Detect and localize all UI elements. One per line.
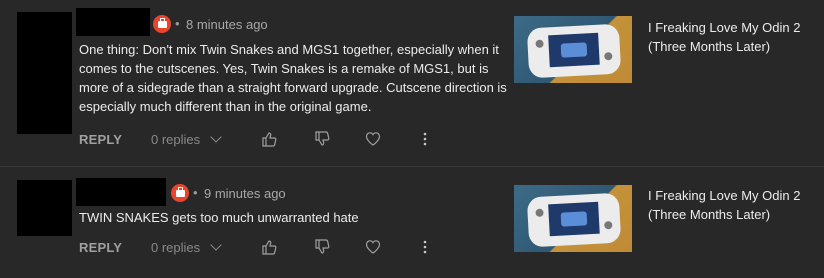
thumbs-down-icon[interactable]	[314, 131, 330, 147]
video-thumbnail[interactable]	[514, 16, 632, 83]
comment-divider	[0, 166, 824, 167]
thumbs-up-icon[interactable]	[261, 239, 277, 255]
handheld-device-image	[526, 192, 622, 248]
handheld-device-image	[526, 23, 622, 79]
comment-timestamp[interactable]: 8 minutes ago	[186, 17, 268, 32]
avatar[interactable]	[17, 180, 72, 236]
comment-item: • 9 minutes ago TWIN SNAKES gets too muc…	[0, 168, 824, 278]
video-title[interactable]: I Freaking Love My Odin 2 (Three Months …	[648, 186, 818, 224]
chevron-down-icon[interactable]	[210, 131, 222, 143]
more-vert-icon[interactable]	[417, 131, 433, 147]
chevron-down-icon[interactable]	[210, 239, 222, 251]
comment-item: • 8 minutes ago One thing: Don't mix Twi…	[0, 0, 824, 167]
video-thumbnail[interactable]	[514, 185, 632, 252]
separator-dot: •	[175, 16, 180, 31]
replies-toggle[interactable]: 0 replies	[151, 240, 200, 255]
toolbox-badge-icon	[153, 15, 171, 33]
author-name[interactable]	[76, 8, 150, 36]
comment-text: TWIN SNAKES gets too much unwarranted ha…	[79, 210, 359, 225]
heart-icon[interactable]	[365, 131, 381, 147]
avatar[interactable]	[17, 12, 72, 134]
toolbox-badge-icon	[171, 184, 189, 202]
reply-button[interactable]: REPLY	[79, 132, 122, 147]
thumbs-up-icon[interactable]	[261, 131, 277, 147]
reply-button[interactable]: REPLY	[79, 240, 122, 255]
replies-toggle[interactable]: 0 replies	[151, 132, 200, 147]
thumbs-down-icon[interactable]	[314, 239, 330, 255]
heart-icon[interactable]	[365, 239, 381, 255]
author-name[interactable]	[76, 178, 166, 206]
video-title[interactable]: I Freaking Love My Odin 2 (Three Months …	[648, 18, 818, 56]
comment-text: One thing: Don't mix Twin Snakes and MGS…	[79, 42, 507, 114]
separator-dot: •	[193, 185, 198, 200]
more-vert-icon[interactable]	[417, 239, 433, 255]
comment-timestamp[interactable]: 9 minutes ago	[204, 186, 286, 201]
